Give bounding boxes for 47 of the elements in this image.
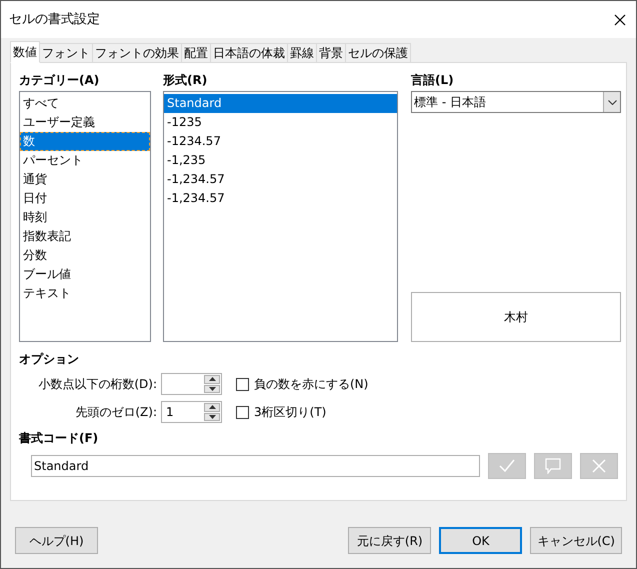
checkbox[interactable] [236, 406, 249, 418]
format-code-field[interactable]: Standard [31, 455, 480, 477]
language-dropdown[interactable]: 標準 - 日本語 [411, 91, 621, 113]
list-item[interactable]: パーセント [20, 151, 150, 170]
spin-field[interactable]: 1 [161, 401, 222, 423]
dialog-button[interactable]: ヘルプ(H) [15, 527, 98, 554]
checkbox-label: 負の数を赤にする(N) [254, 376, 368, 393]
dialog-button[interactable]: キャンセル(C) [530, 527, 622, 554]
list-item[interactable]: -1235 [164, 113, 397, 132]
list-item[interactable]: ブール値 [20, 265, 150, 284]
list-item[interactable]: -1,234.57 [164, 170, 397, 189]
list-item[interactable]: 分数 [20, 246, 150, 265]
list-item[interactable]: テキスト [20, 284, 150, 303]
section-label: カテゴリー(A) [19, 72, 100, 89]
list-item[interactable]: 数 [20, 132, 150, 151]
section-label: 形式(R) [163, 72, 208, 89]
tab[interactable]: 数値 [10, 41, 40, 63]
section-label: 言語(L) [411, 72, 455, 89]
list-item[interactable]: -1234.57 [164, 132, 397, 151]
tab[interactable]: セルの保護 [345, 43, 411, 63]
list-item[interactable]: 時刻 [20, 208, 150, 227]
field-label: 先頭のゼロ(Z): [74, 404, 157, 421]
list-item[interactable]: -1,234.57 [164, 189, 397, 208]
check-icon [499, 459, 516, 473]
close-icon [592, 459, 606, 473]
spin-arrows-icon[interactable] [204, 403, 220, 421]
list-item[interactable]: 指数表記 [20, 227, 150, 246]
list-item[interactable]: ユーザー定義 [20, 113, 150, 132]
field-label: 小数点以下の桁数(D): [37, 376, 157, 393]
section-label: オプション [19, 351, 80, 368]
list-item[interactable]: Standard [164, 94, 397, 113]
dialog-button[interactable]: OK [439, 527, 522, 554]
close-icon[interactable] [614, 14, 626, 26]
spin-arrows-icon[interactable] [204, 375, 220, 393]
list-item[interactable]: 日付 [20, 189, 150, 208]
window-title: セルの書式設定 [9, 10, 100, 29]
spin-field[interactable] [161, 373, 222, 395]
section-label: 書式コード(F) [19, 430, 100, 447]
list-item[interactable]: すべて [20, 94, 150, 113]
checkbox-label: 3桁区切り(T) [254, 404, 326, 421]
comment-icon [545, 458, 562, 474]
preview-text: 木村 [504, 309, 528, 326]
checkbox[interactable] [236, 378, 249, 390]
list-item[interactable]: 通貨 [20, 170, 150, 189]
chevron-down-icon [608, 100, 616, 104]
dialog-button[interactable]: 元に戻す(R) [348, 527, 432, 554]
list-item[interactable]: -1,235 [164, 151, 397, 170]
